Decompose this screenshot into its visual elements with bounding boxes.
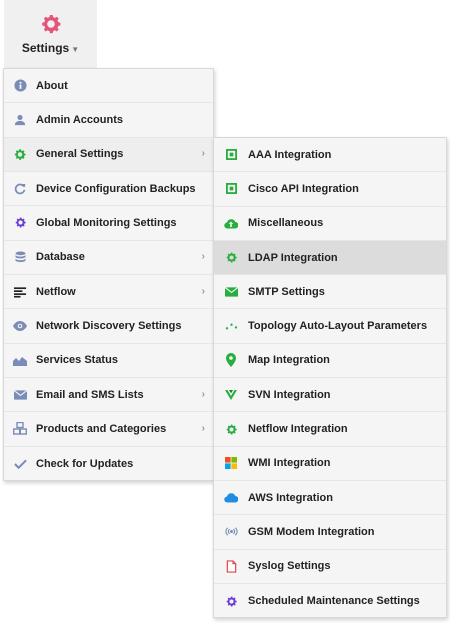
submenu-item-cisco-api-integration[interactable]: Cisco API Integration — [214, 172, 446, 207]
dots-icon — [224, 319, 238, 333]
refresh-icon — [13, 182, 27, 196]
vue-icon — [224, 388, 238, 402]
windows-icon — [224, 456, 238, 470]
submenu-item-label: AAA Integration — [248, 148, 332, 161]
menu-item-label: Services Status — [36, 354, 118, 367]
menu-item-network-discovery-settings[interactable]: Network Discovery Settings — [4, 309, 213, 344]
submenu-item-wmi-integration[interactable]: WMI Integration — [214, 447, 446, 481]
submenu-item-label: Syslog Settings — [248, 560, 331, 573]
submenu-item-label: Netflow Integration — [248, 423, 348, 436]
list-icon — [13, 285, 27, 299]
menu-item-label: Network Discovery Settings — [36, 319, 182, 332]
fingerprint-icon — [224, 525, 238, 539]
submenu-item-label: LDAP Integration — [248, 251, 338, 264]
menu-item-device-configuration-backups[interactable]: Device Configuration Backups — [4, 172, 213, 207]
menu-item-about[interactable]: About — [4, 69, 213, 104]
submenu-item-miscellaneous[interactable]: Miscellaneous — [214, 207, 446, 241]
submenu-item-label: Scheduled Maintenance Settings — [248, 595, 420, 607]
menu-item-global-monitoring-settings[interactable]: Global Monitoring Settings — [4, 206, 213, 241]
menu-item-label: Netflow — [36, 285, 76, 298]
gear-icon — [224, 422, 238, 436]
menu-item-netflow[interactable]: Netflow › — [4, 275, 213, 310]
settings-label-text: Settings — [21, 41, 70, 55]
menu-item-products-and-categories[interactable]: Products and Categories › — [4, 412, 213, 447]
submenu-item-label: AWS Integration — [248, 491, 333, 504]
menu-item-label: General Settings — [36, 148, 124, 161]
menu-item-label: Check for Updates — [36, 457, 134, 470]
gear-icon — [224, 594, 238, 608]
submenu-item-label: Map Integration — [248, 354, 330, 367]
menu-item-check-for-updates[interactable]: Check for Updates — [4, 447, 213, 481]
submenu-item-gsm-modem-integration[interactable]: GSM Modem Integration — [214, 515, 446, 550]
submenu-item-scheduled-maintenance-settings[interactable]: Scheduled Maintenance Settings — [214, 584, 446, 618]
gear-icon — [224, 251, 238, 265]
submenu-item-map-integration[interactable]: Map Integration — [214, 344, 446, 379]
gear-icon — [13, 147, 27, 161]
cloud-icon — [224, 491, 238, 505]
menu-item-label: Global Monitoring Settings — [36, 216, 177, 229]
gear-icon — [41, 15, 60, 34]
submenu-item-aws-integration[interactable]: AWS Integration — [214, 481, 446, 516]
menu-item-label: Database — [36, 251, 85, 264]
file-icon — [224, 559, 238, 573]
chevron-right-icon: › — [201, 388, 205, 400]
submenu-item-label: Cisco API Integration — [248, 182, 359, 195]
menu-item-email-and-sms-lists[interactable]: Email and SMS Lists › — [4, 378, 213, 413]
submenu-item-label: SVN Integration — [248, 388, 331, 401]
submenu-item-label: SMTP Settings — [248, 285, 325, 298]
area-chart-icon — [13, 353, 27, 367]
submenu-item-syslog-settings[interactable]: Syslog Settings — [214, 550, 446, 584]
square-icon — [224, 182, 238, 196]
menu-item-services-status[interactable]: Services Status — [4, 344, 213, 378]
user-icon — [13, 113, 27, 127]
menu-item-label: Device Configuration Backups — [36, 182, 196, 195]
menu-item-general-settings[interactable]: General Settings › — [4, 137, 213, 172]
menu-item-label: About — [36, 79, 68, 92]
chevron-right-icon: › — [201, 285, 205, 297]
chevron-right-icon: › — [201, 148, 205, 160]
settings-button[interactable]: Settings ▼ — [4, 0, 97, 68]
map-marker-icon — [224, 353, 238, 368]
general-settings-submenu: AAA Integration Cisco API Integration Mi… — [213, 137, 447, 618]
eye-icon — [13, 319, 27, 333]
gear-icon — [13, 216, 27, 230]
submenu-item-label: WMI Integration — [248, 457, 331, 470]
cubes-icon — [13, 422, 27, 436]
menu-item-database[interactable]: Database › — [4, 241, 213, 275]
check-icon — [13, 457, 27, 471]
menu-item-admin-accounts[interactable]: Admin Accounts — [4, 103, 213, 138]
menu-item-label: Admin Accounts — [36, 113, 123, 126]
envelope-icon — [224, 285, 238, 299]
submenu-item-label: Topology Auto-Layout Parameters — [248, 320, 428, 333]
square-icon — [224, 148, 238, 162]
menu-item-label: Products and Categories — [36, 422, 167, 435]
chevron-down-icon: ▼ — [71, 44, 80, 54]
cloud-up-icon — [224, 216, 238, 230]
submenu-item-label: Miscellaneous — [248, 217, 324, 230]
settings-menu: About Admin Accounts General Settings › … — [3, 68, 214, 481]
submenu-item-smtp-settings[interactable]: SMTP Settings — [214, 275, 446, 310]
submenu-item-aaa-integration[interactable]: AAA Integration — [214, 138, 446, 173]
chevron-right-icon: › — [201, 422, 205, 434]
chevron-right-icon: › — [201, 251, 205, 263]
database-icon — [13, 250, 27, 264]
envelope-icon — [13, 388, 27, 402]
submenu-item-ldap-integration[interactable]: LDAP Integration — [214, 240, 446, 276]
settings-label: Settings ▼ — [22, 41, 79, 55]
submenu-item-netflow-integration[interactable]: Netflow Integration — [214, 412, 446, 447]
submenu-item-label: GSM Modem Integration — [248, 525, 375, 538]
submenu-item-svn-integration[interactable]: SVN Integration — [214, 378, 446, 413]
info-icon — [13, 79, 27, 93]
menu-item-label: Email and SMS Lists — [36, 388, 144, 401]
submenu-item-topology-auto-layout-parameters[interactable]: Topology Auto-Layout Parameters — [214, 309, 446, 344]
